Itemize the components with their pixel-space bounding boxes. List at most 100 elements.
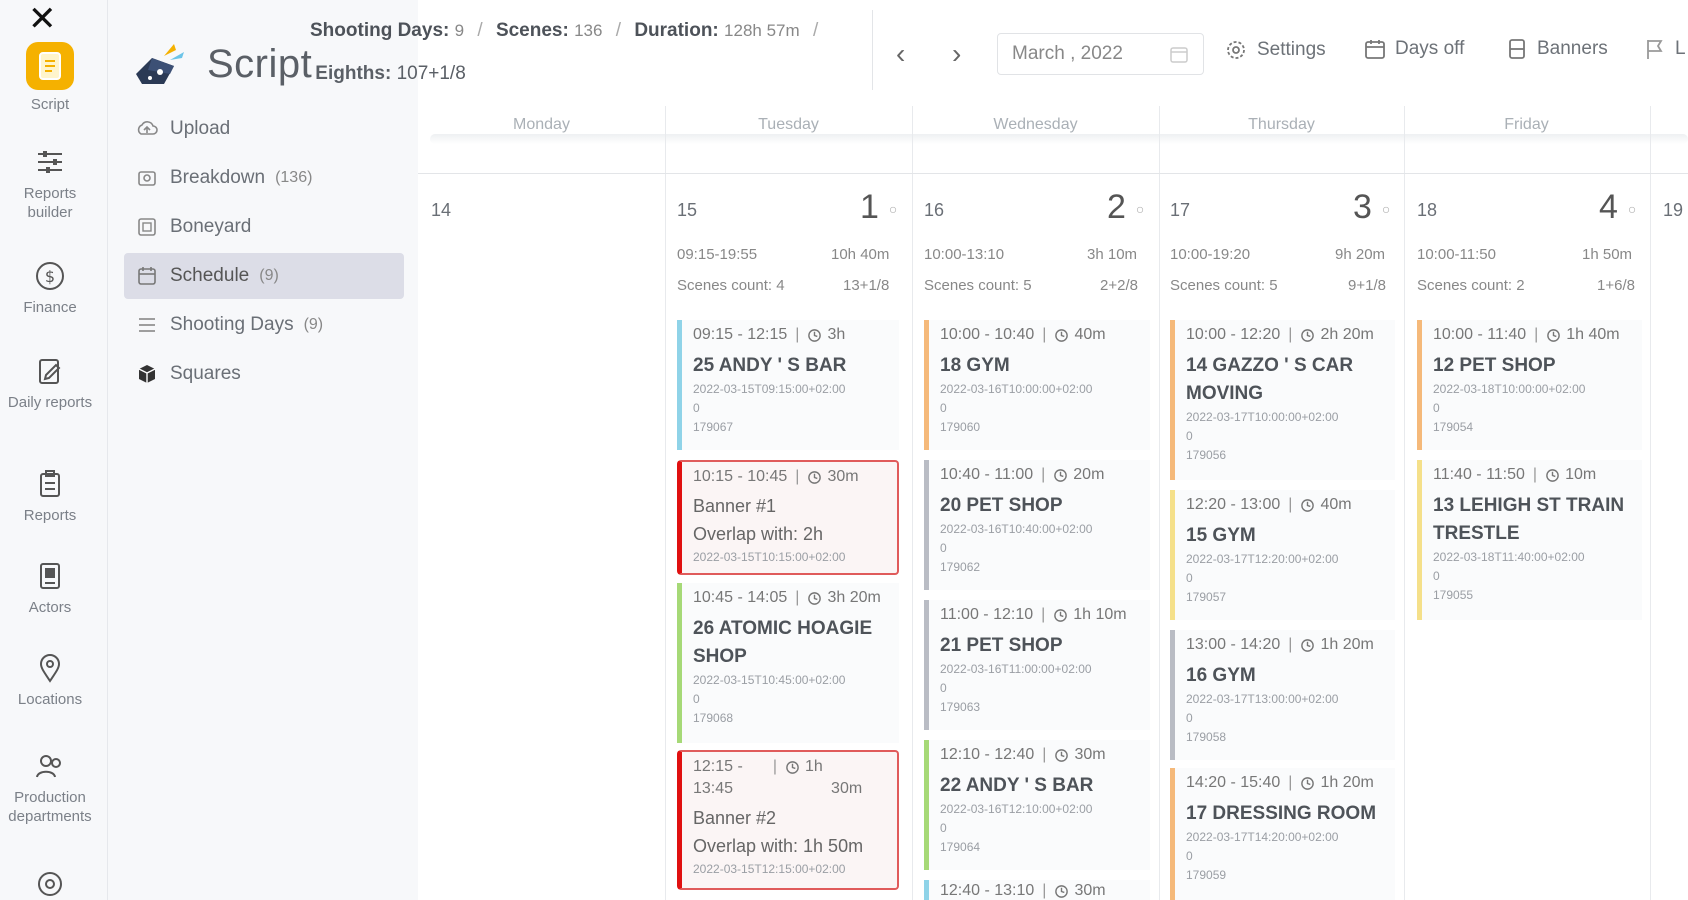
nav-item-boneyard[interactable]: Boneyard: [124, 204, 404, 250]
nav-count: (136): [275, 169, 313, 186]
month-value: March , 2022: [1012, 43, 1123, 64]
scene-card[interactable]: 13:00 - 14:20 | 1h 20m 16 GYM 2022-03-17T1…: [1170, 630, 1395, 760]
clipboard-icon: [40, 470, 60, 497]
scene-title: 22 ANDY ' S BAR: [940, 775, 1094, 796]
script-icon: [26, 42, 74, 90]
scene-time: 10:00 - 11:40: [1433, 326, 1527, 343]
day-duration: 9h 20m: [1335, 246, 1386, 263]
scene-card[interactable]: 10:00 - 12:20 | 2h 20m 14 GAZZO ' S CAR MO…: [1170, 320, 1395, 480]
top-stats: Shooting Days: 9 / Scenes: 136 / Duratio…: [310, 20, 819, 41]
rail-label: Locations: [17, 691, 83, 708]
shooting-day-number: 4 ○: [1599, 188, 1636, 227]
scene-card[interactable]: 12:40 - 13:10 | 30m: [924, 880, 1150, 900]
lock-icon: ○: [1135, 201, 1145, 218]
nav-item-breakdown[interactable]: Breakdown (136): [124, 155, 404, 201]
day-number: 17: [1170, 200, 1191, 220]
banner-time-end: 13:45: [693, 780, 734, 797]
scene-zero: 0: [940, 821, 947, 835]
column-divider: [665, 106, 666, 900]
day-eighths: 2+2/8: [1100, 277, 1138, 294]
banner-card[interactable]: 10:15 - 10:45 | 30m Banner #1 Overlap with…: [677, 460, 899, 575]
shooting-day-value: 4: [1599, 188, 1618, 226]
rail-item-production-departments[interactable]: Production departments: [0, 750, 100, 826]
scene-timestamp: 2022-03-16T10:00:00+02:00: [940, 382, 1093, 396]
prev-arrow-icon[interactable]: ‹: [896, 38, 905, 70]
clock-icon: [1301, 328, 1315, 342]
rail-label: Script: [30, 96, 70, 113]
rail-item-reports[interactable]: Reports: [0, 468, 100, 525]
days-off-button[interactable]: Days off: [1364, 38, 1464, 60]
scene-title: 18 GYM: [940, 355, 1010, 376]
scene-timestamp: 2022-03-17T10:00:00+02:00: [1186, 410, 1339, 424]
scene-card[interactable]: 11:40 - 11:50 | 10m 13 LEHIGH ST TRAIN TRE…: [1417, 460, 1642, 620]
weekday-header: Wednesday: [993, 116, 1078, 133]
rail-item-locations[interactable]: Locations: [0, 652, 100, 709]
flag-button[interactable]: L: [1644, 38, 1686, 60]
scene-zero: 0: [1186, 571, 1193, 585]
next-arrow-icon[interactable]: ›: [952, 38, 961, 70]
scene-card[interactable]: 10:45 - 14:05 | 3h 20m 26 ATOMIC HOAGIE SH…: [677, 583, 899, 743]
stat-label: Duration:: [634, 20, 719, 41]
scene-time: 14:20 - 15:40: [1186, 774, 1281, 791]
rail-item-script[interactable]: Script: [0, 42, 100, 114]
scene-card[interactable]: 09:15 - 12:15 | 3h 25 ANDY ' S BAR 2022-03…: [677, 320, 899, 450]
column-divider: [912, 106, 913, 900]
scene-id: 179060: [940, 420, 981, 434]
banner-time: 12:15 -: [693, 758, 743, 775]
scene-card[interactable]: 10:00 - 10:40 | 40m 18 GYM 2022-03-16T10:0…: [924, 320, 1150, 450]
scene-id: 179062: [940, 560, 981, 574]
nav-item-shooting-days[interactable]: Shooting Days (9): [124, 302, 404, 348]
rail-item-actors[interactable]: Actors: [0, 560, 100, 617]
scene-time: 11:00 - 12:10: [940, 606, 1034, 623]
scene-id: 179067: [693, 420, 734, 434]
clock-icon: [808, 328, 822, 342]
scene-duration: 3h 20m: [827, 589, 881, 606]
settings-label: Settings: [1257, 39, 1326, 60]
week-row-divider: [418, 173, 1688, 174]
month-picker[interactable]: March , 2022: [997, 33, 1204, 75]
scene-time: 11:40 - 11:50: [1433, 466, 1525, 483]
clock-icon: [1546, 468, 1559, 482]
scene-card[interactable]: 11:00 - 12:10 | 1h 10m 21 PET SHOP 2022-03…: [924, 600, 1150, 730]
scene-timestamp: 2022-03-17T14:20:00+02:00: [1186, 830, 1339, 844]
weekday-header: Tuesday: [758, 116, 819, 133]
more-icon[interactable]: [34, 868, 66, 900]
banners-button[interactable]: Banners: [1506, 38, 1608, 60]
rail-item-finance[interactable]: $ Finance: [0, 260, 100, 317]
scene-card[interactable]: 12:10 - 12:40 | 30m 22 ANDY ' S BAR 2022-0…: [924, 740, 1150, 870]
rail-item-reports-builder[interactable]: Reports builder: [0, 146, 100, 222]
scene-card[interactable]: 10:00 - 11:40 | 1h 40m 12 PET SHOP 2022-03…: [1417, 320, 1642, 450]
boneyard-icon: [138, 218, 156, 236]
rail-label: Daily reports: [7, 394, 93, 411]
scene-duration: 1h 20m: [1320, 774, 1374, 791]
nav-label: Upload: [170, 118, 231, 139]
settings-button[interactable]: Settings: [1224, 38, 1326, 62]
banner-overlap: Overlap with: 1h 50m: [693, 836, 864, 856]
scene-card[interactable]: 12:20 - 13:00 | 40m 15 GYM 2022-03-17T12:2…: [1170, 490, 1395, 620]
nav-label: Breakdown: [170, 167, 266, 188]
weekday-header: Thursday: [1248, 116, 1315, 133]
scene-time: 10:45 - 14:05: [693, 589, 788, 606]
nav-item-schedule[interactable]: Schedule (9): [124, 253, 404, 299]
nav-item-squares[interactable]: Squares: [124, 351, 404, 397]
breakdown-icon: [138, 171, 156, 186]
banner-duration: 1h: [804, 758, 823, 775]
scene-count: Scenes count: 4: [677, 277, 785, 294]
stat-scenes: 136: [574, 21, 603, 40]
day-number: 18: [1417, 200, 1438, 220]
day-time-range: 10:00-13:10: [924, 246, 1005, 263]
scene-card[interactable]: 10:40 - 11:00 | 20m 20 PET SHOP 2022-03-16…: [924, 460, 1150, 590]
scene-time: 10:00 - 12:20: [1186, 326, 1281, 343]
banner-card[interactable]: 12:15 - | 1h 13:45 30m Banner #2 Overlap wi…: [677, 750, 899, 890]
scene-title: 21 PET SHOP: [940, 635, 1063, 656]
clock-icon: [808, 470, 822, 484]
scene-zero: 0: [1186, 429, 1193, 443]
stat-label: Eighths:: [315, 63, 392, 84]
close-icon[interactable]: ✕: [28, 2, 57, 36]
scene-card[interactable]: 14:20 - 15:40 | 1h 20m 17 DRESSING ROOM 20…: [1170, 768, 1395, 900]
scene-time: 09:15 - 12:15: [693, 326, 788, 343]
flag-icon: [1647, 40, 1663, 59]
rail-item-daily-reports[interactable]: Daily reports: [0, 355, 100, 412]
scene-time: 10:40 - 11:00: [940, 466, 1034, 483]
nav-item-upload[interactable]: Upload: [124, 106, 404, 152]
